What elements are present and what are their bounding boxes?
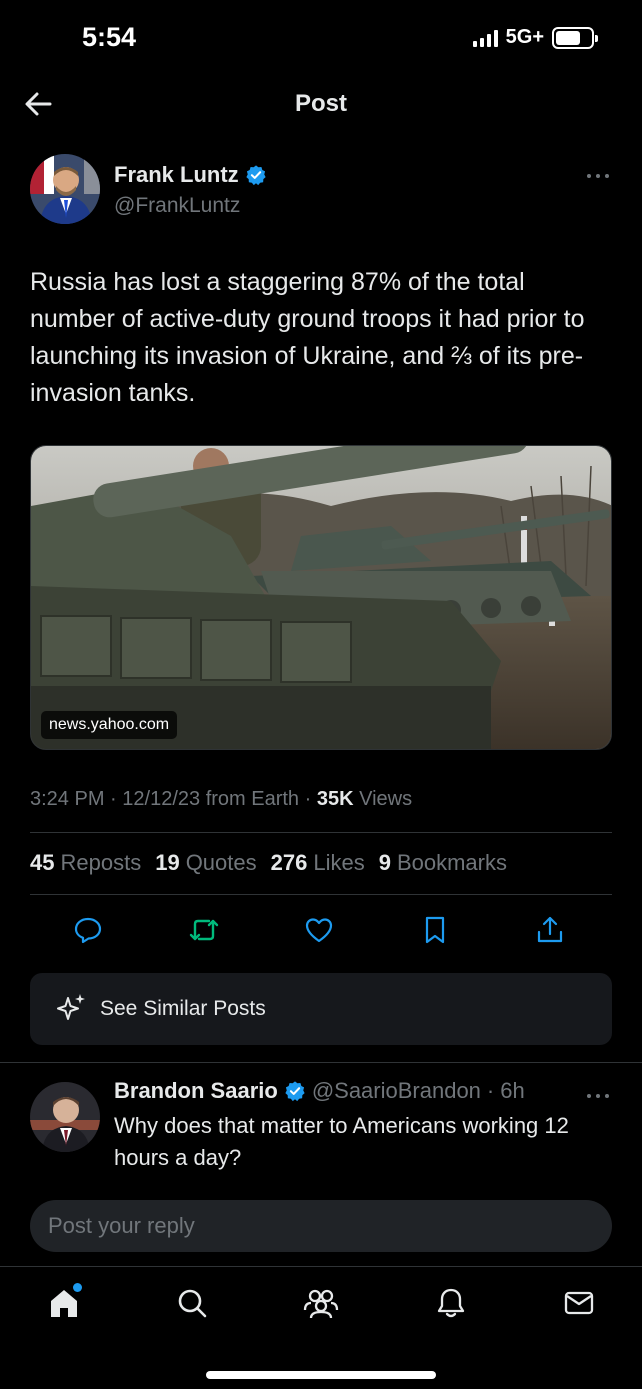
views-count: 35K bbox=[316, 788, 354, 810]
messages-icon bbox=[564, 1291, 594, 1315]
verified-badge-icon bbox=[246, 165, 266, 186]
repost-button[interactable] bbox=[186, 912, 222, 948]
divider bbox=[30, 894, 612, 895]
more-icon bbox=[587, 1094, 609, 1098]
reposts-stat[interactable]: 45 Reposts bbox=[30, 850, 141, 876]
divider bbox=[30, 832, 612, 833]
meta-separator: · bbox=[304, 788, 317, 810]
post-actions bbox=[30, 912, 612, 948]
post-date: 12/12/23 bbox=[122, 788, 201, 810]
post-media-card[interactable]: news.yahoo.com bbox=[30, 445, 612, 750]
meta-separator: · bbox=[110, 788, 123, 810]
reply-composer-bar bbox=[0, 1188, 642, 1266]
post-meta: 3:24 PM · 12/12/23 from Earth · 35K View… bbox=[30, 788, 412, 811]
media-source-label: news.yahoo.com bbox=[41, 711, 178, 739]
tab-communities[interactable] bbox=[301, 1283, 341, 1323]
bookmark-button[interactable] bbox=[417, 912, 453, 948]
more-icon bbox=[587, 174, 609, 178]
tank-photo bbox=[31, 446, 611, 749]
reply-header: Brandon Saario @SaarioBrandon · 6h bbox=[114, 1078, 525, 1104]
likes-stat[interactable]: 276 Likes bbox=[271, 850, 365, 876]
nav-header: Post bbox=[0, 72, 642, 136]
notifications-icon bbox=[437, 1288, 465, 1318]
status-bar: 5:54 5G+ bbox=[0, 0, 642, 72]
status-time: 5:54 bbox=[82, 22, 137, 52]
bookmarks-count: 9 bbox=[378, 850, 391, 875]
bookmark-icon bbox=[425, 916, 445, 944]
see-similar-posts-button[interactable]: See Similar Posts bbox=[30, 973, 612, 1045]
sparkle-icon bbox=[57, 994, 85, 1020]
repost-icon bbox=[189, 919, 219, 941]
reply-post[interactable]: Brandon Saario @SaarioBrandon · 6h Why d… bbox=[30, 1078, 612, 1188]
share-button[interactable] bbox=[532, 912, 568, 948]
quotes-count: 19 bbox=[155, 850, 180, 875]
author-avatar[interactable] bbox=[30, 154, 100, 224]
see-similar-posts-label: See Similar Posts bbox=[100, 997, 266, 1020]
avatar-image bbox=[30, 154, 100, 224]
likes-label: Likes bbox=[313, 850, 365, 875]
share-icon bbox=[537, 916, 563, 943]
quotes-stat[interactable]: 19 Quotes bbox=[155, 850, 256, 876]
views-label: Views bbox=[359, 788, 413, 810]
post-time: 3:24 PM bbox=[30, 788, 105, 810]
post-text: Russia has lost a staggering 87% of the … bbox=[30, 268, 585, 407]
network-label: 5G+ bbox=[505, 26, 544, 48]
page-title: Post bbox=[294, 90, 347, 117]
reply-button[interactable] bbox=[70, 912, 106, 948]
bookmarks-label: Bookmarks bbox=[396, 850, 507, 875]
reply-icon bbox=[74, 917, 102, 944]
status-indicators: 5G+ bbox=[472, 26, 598, 49]
section-divider bbox=[0, 1062, 642, 1063]
home-indicator[interactable] bbox=[206, 1371, 436, 1379]
like-icon bbox=[305, 918, 333, 943]
battery-icon bbox=[552, 26, 598, 49]
reply-more-button[interactable] bbox=[586, 1088, 610, 1098]
post-stats: 45 Reposts 19 Quotes 276 Likes 9 Bookmarks bbox=[30, 850, 507, 876]
reposts-label: Reposts bbox=[60, 850, 142, 875]
tab-search[interactable] bbox=[172, 1283, 212, 1323]
tab-home[interactable] bbox=[44, 1283, 84, 1323]
author-handle[interactable]: @FrankLuntz bbox=[114, 194, 267, 218]
bookmarks-stat[interactable]: 9 Bookmarks bbox=[379, 850, 507, 876]
reply-input[interactable] bbox=[30, 1200, 612, 1252]
post-more-button[interactable] bbox=[586, 168, 610, 178]
signal-icon bbox=[472, 29, 498, 47]
bottom-tab-bar bbox=[0, 1266, 642, 1389]
quotes-label: Quotes bbox=[185, 850, 257, 875]
verified-badge-icon bbox=[285, 1081, 305, 1102]
author-name-label: Frank Luntz bbox=[114, 162, 239, 187]
reply-text: Why does that matter to Americans workin… bbox=[114, 1113, 569, 1170]
avatar-image bbox=[30, 1082, 100, 1152]
reposts-count: 45 bbox=[30, 850, 55, 875]
reply-meta-separator: · bbox=[486, 1078, 495, 1103]
like-button[interactable] bbox=[301, 912, 337, 948]
reply-author-name[interactable]: Brandon Saario bbox=[114, 1078, 278, 1104]
tab-notifications[interactable] bbox=[431, 1283, 471, 1323]
post-source: from Earth bbox=[205, 788, 300, 810]
tab-messages[interactable] bbox=[559, 1283, 599, 1323]
reply-author-avatar[interactable] bbox=[30, 1082, 100, 1152]
likes-count: 276 bbox=[270, 850, 308, 875]
reply-time: 6h bbox=[500, 1078, 525, 1103]
reply-author-handle[interactable]: @SaarioBrandon bbox=[312, 1078, 481, 1104]
search-icon bbox=[178, 1289, 207, 1318]
author-name[interactable]: Frank Luntz bbox=[114, 162, 267, 188]
communities-icon bbox=[303, 1289, 339, 1319]
home-notification-dot bbox=[73, 1283, 82, 1292]
author-info: Frank Luntz @FrankLuntz bbox=[114, 162, 267, 218]
